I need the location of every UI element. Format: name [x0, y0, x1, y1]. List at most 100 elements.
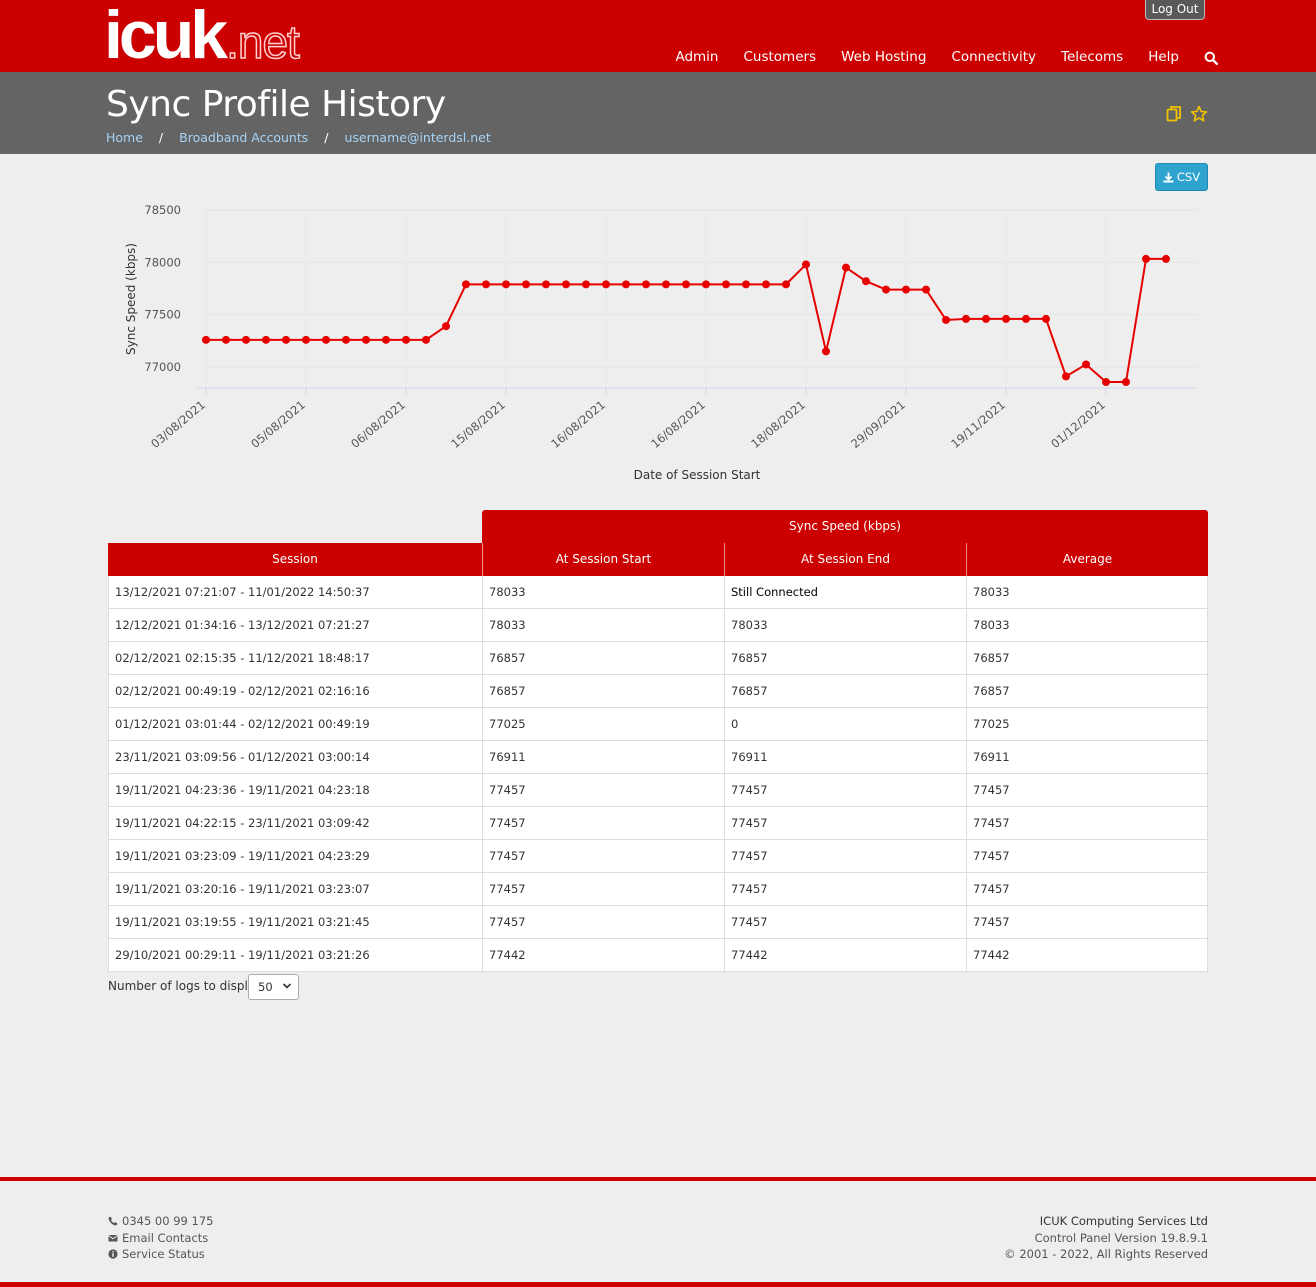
breadcrumb-home[interactable]: Home	[106, 130, 143, 145]
footer-divider	[0, 1177, 1316, 1181]
breadcrumb: Home / Broadband Accounts / username@int…	[106, 130, 491, 145]
breadcrumb-separator: /	[324, 130, 329, 145]
table-header-row: Session At Session Start At Session End …	[108, 543, 1208, 576]
table-body: 13/12/2021 07:21:07 - 11/01/2022 14:50:3…	[108, 576, 1208, 972]
search-icon[interactable]	[1204, 50, 1219, 66]
footer-phone: 0345 00 99 175	[108, 1213, 213, 1230]
cell-at-session-start: 77457	[482, 774, 724, 806]
y-tick-label: 77500	[144, 308, 181, 322]
site-logo[interactable]: icuk .net	[104, 0, 301, 73]
cell-at-session-start: 77457	[482, 873, 724, 905]
data-point	[1122, 378, 1130, 387]
cell-at-session-end: 77457	[724, 774, 966, 806]
info-icon	[108, 1249, 118, 1259]
cell-session: 23/11/2021 03:09:56 - 01/12/2021 03:00:1…	[108, 741, 482, 773]
footer-company: ICUK Computing Services Ltd	[1039, 1214, 1208, 1228]
table-row: 02/12/2021 00:49:19 - 02/12/2021 02:16:1…	[108, 675, 1208, 708]
data-point	[342, 335, 350, 344]
data-point	[1102, 378, 1110, 387]
data-point	[522, 280, 530, 289]
data-point	[622, 280, 630, 289]
cell-session: 02/12/2021 00:49:19 - 02/12/2021 02:16:1…	[108, 675, 482, 707]
cell-at-session-end: 77457	[724, 840, 966, 872]
title-actions	[1166, 105, 1208, 123]
data-point	[462, 280, 470, 289]
cell-session: 02/12/2021 02:15:35 - 11/12/2021 18:48:1…	[108, 642, 482, 674]
data-point	[682, 280, 690, 289]
cell-at-session-start: 77457	[482, 840, 724, 872]
cell-at-session-end: 78033	[724, 609, 966, 641]
nav-web-hosting[interactable]: Web Hosting	[841, 49, 926, 65]
data-point	[822, 347, 830, 356]
table-row: 29/10/2021 00:29:11 - 19/11/2021 03:21:2…	[108, 939, 1208, 972]
cell-average: 76911	[966, 741, 1208, 773]
data-point	[922, 285, 930, 294]
data-point	[1082, 360, 1090, 369]
title-bar: Sync Profile History Home / Broadband Ac…	[0, 72, 1316, 154]
cell-session: 19/11/2021 04:23:36 - 19/11/2021 04:23:1…	[108, 774, 482, 806]
data-point	[742, 280, 750, 289]
table-row: 19/11/2021 03:19:55 - 19/11/2021 03:21:4…	[108, 906, 1208, 939]
logo-main: icuk	[104, 0, 228, 73]
table-row: 19/11/2021 03:20:16 - 19/11/2021 03:23:0…	[108, 873, 1208, 906]
column-header-average[interactable]: Average	[966, 543, 1208, 576]
data-point	[1002, 314, 1010, 323]
footer-email-link[interactable]: Email Contacts	[108, 1230, 213, 1247]
phone-icon	[108, 1216, 118, 1226]
data-point	[782, 280, 790, 289]
logout-button[interactable]: Log Out	[1145, 0, 1205, 20]
column-header-at-session-start[interactable]: At Session Start	[482, 543, 724, 576]
data-point	[362, 335, 370, 344]
csv-label: CSV	[1176, 170, 1201, 184]
data-point	[202, 335, 210, 344]
data-point	[382, 335, 390, 344]
logs-count-select[interactable]: 50	[248, 974, 299, 1000]
nav-admin[interactable]: Admin	[675, 49, 718, 65]
nav-telecoms[interactable]: Telecoms	[1061, 49, 1123, 65]
data-point	[662, 280, 670, 289]
data-point	[482, 280, 490, 289]
nav-customers[interactable]: Customers	[743, 49, 816, 65]
copy-icon[interactable]	[1166, 105, 1182, 123]
data-point	[942, 315, 950, 324]
footer-email-text: Email Contacts	[122, 1230, 209, 1245]
sync-speed-chart: 77000 77500 78000 78500 03/08/2021 05/08/2021…	[124, 203, 1197, 482]
table-row: 02/12/2021 02:15:35 - 11/12/2021 18:48:1…	[108, 642, 1208, 675]
table-row: 13/12/2021 07:21:07 - 11/01/2022 14:50:3…	[108, 576, 1208, 609]
data-point	[542, 280, 550, 289]
column-header-session[interactable]: Session	[108, 543, 482, 576]
nav-connectivity[interactable]: Connectivity	[951, 49, 1036, 65]
breadcrumb-broadband-accounts[interactable]: Broadband Accounts	[179, 130, 308, 145]
star-icon[interactable]	[1190, 105, 1208, 123]
x-tick-label: 06/08/2021	[348, 398, 408, 451]
x-tick-label: 05/08/2021	[248, 398, 308, 451]
cell-at-session-start: 77457	[482, 807, 724, 839]
cell-at-session-start: 78033	[482, 609, 724, 641]
x-tick-label: 01/12/2021	[1048, 398, 1108, 451]
cell-session: 13/12/2021 07:21:07 - 11/01/2022 14:50:3…	[108, 576, 482, 608]
data-point	[862, 277, 870, 286]
data-point	[262, 335, 270, 344]
y-tick-label: 78500	[144, 203, 181, 217]
chevron-down-icon	[282, 983, 292, 989]
table-row: 19/11/2021 04:23:36 - 19/11/2021 04:23:1…	[108, 774, 1208, 807]
x-tick-label: 15/08/2021	[448, 398, 508, 451]
cell-at-session-end: 77457	[724, 807, 966, 839]
footer-status-link[interactable]: Service Status	[108, 1246, 213, 1263]
cell-average: 77457	[966, 840, 1208, 872]
cell-average: 77457	[966, 807, 1208, 839]
data-point	[442, 322, 450, 331]
cell-at-session-start: 77442	[482, 939, 724, 971]
bottom-bar	[0, 1282, 1316, 1287]
data-point	[882, 285, 890, 294]
nav-help[interactable]: Help	[1148, 49, 1179, 65]
cell-at-session-end: 77457	[724, 873, 966, 905]
column-header-at-session-end[interactable]: At Session End	[724, 543, 966, 576]
table-row: 01/12/2021 03:01:44 - 02/12/2021 00:49:1…	[108, 708, 1208, 741]
data-point	[302, 335, 310, 344]
x-tick-label: 16/08/2021	[548, 398, 608, 451]
csv-download-button[interactable]: CSV	[1155, 163, 1208, 191]
breadcrumb-username[interactable]: username@interdsl.net	[344, 130, 490, 145]
cell-session: 29/10/2021 00:29:11 - 19/11/2021 03:21:2…	[108, 939, 482, 971]
data-point	[842, 263, 850, 272]
